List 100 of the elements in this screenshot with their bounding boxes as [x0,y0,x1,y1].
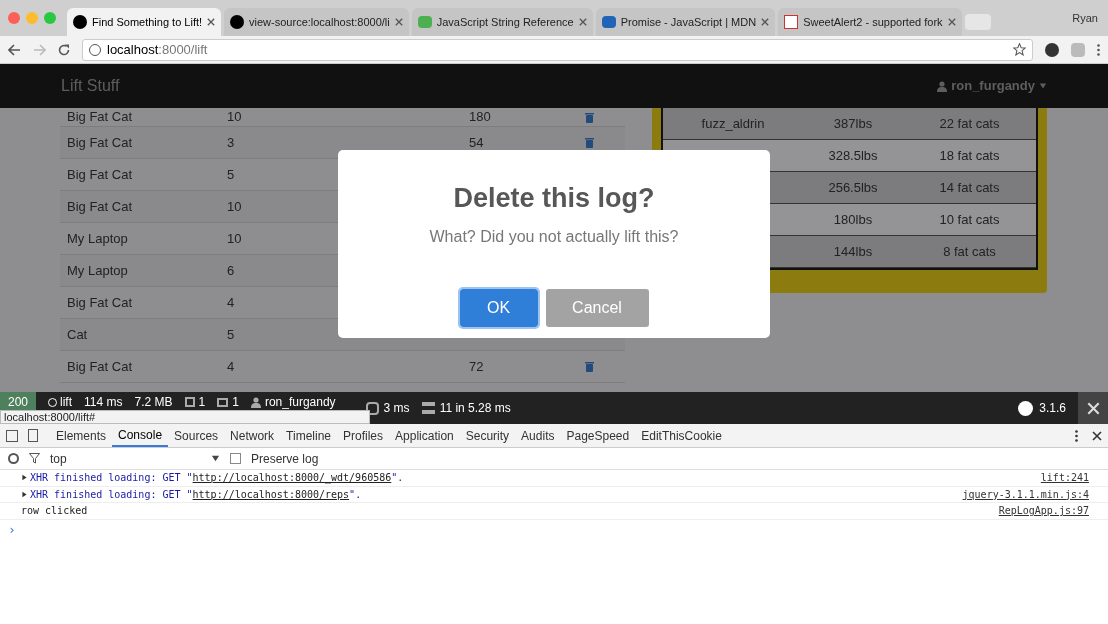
dropdown-arrow-icon[interactable] [211,454,220,463]
source-link[interactable]: jquery-3.1.1.min.js:4 [962,486,1089,502]
profile-name[interactable]: Ryan [1072,9,1098,27]
context-select[interactable]: top [50,449,220,468]
table-cell-text: 387lbs [833,114,873,133]
browser-tab[interactable]: Promise - JavaScript | MDN [595,8,776,36]
table-cell: 3 [227,134,235,150]
console-message: row clicked [21,504,88,519]
log-icon [217,397,229,407]
device-icon[interactable] [28,429,38,442]
trash-icon[interactable] [585,111,594,123]
back-icon[interactable] [8,43,21,56]
table-cell-text: 180lbs [833,210,873,229]
clear-console-icon[interactable] [8,453,19,464]
devtools-tab[interactable]: Timeline [280,424,337,447]
tab-title: view-source:localhost:8000/li [249,14,390,30]
dialog-message: What? Did you not actually lift this? [429,226,679,247]
console-prompt[interactable]: › [0,519,1108,539]
more-icon[interactable] [1075,429,1078,442]
tab-title: JavaScript String Reference [436,14,574,30]
source-link[interactable]: lift:241 [1040,470,1089,486]
table-cell: Cat [67,326,88,342]
devtools-tab[interactable]: Profiles [337,424,390,447]
user-info[interactable]: ron_furgandy [264,395,336,409]
caret-icon[interactable] [1039,82,1047,90]
console-message: XHR finished loading: GET "http://localhost:8000/reps". [30,487,362,502]
query-count[interactable]: 11 in 5.28 ms [439,401,511,415]
extension-icon[interactable] [1045,42,1059,57]
log-count[interactable]: 1 [232,395,239,409]
devtools-tab[interactable]: Elements [50,424,113,447]
table-cell: Big Fat Cat [67,166,133,182]
ok-button[interactable]: OK [459,288,538,327]
close-icon[interactable] [1092,430,1102,441]
browser-tab[interactable]: view-source:localhost:8000/li [224,8,409,36]
close-icon[interactable] [207,18,216,26]
devtools-tab[interactable]: PageSpeed [560,424,636,447]
symfony-logo-icon [230,15,245,29]
devtools-tab[interactable]: Sources [168,424,225,447]
sweetalert-logo-icon [784,15,799,29]
devtools-tab[interactable]: Console [112,424,169,447]
source-link[interactable]: RepLogApp.js:97 [998,503,1089,519]
table-cell: 4 [227,358,235,374]
table-cell-text: 328.5lbs [828,146,878,165]
bookmark-star-icon[interactable] [1013,43,1026,56]
table-cell: My Laptop [67,230,128,246]
browser-tab[interactable]: SweetAlert2 - supported fork [778,8,962,36]
table-cell-text: 256.5lbs [828,178,878,197]
reload-icon[interactable] [58,43,70,56]
tab-title: Promise - JavaScript | MDN [620,14,757,30]
table-cell-text: 10 fat cats [939,210,1000,229]
table-cell: 180 [469,109,491,125]
table-cell-text: 22 fat cats [939,114,1000,133]
address-field[interactable]: localhost:8000/lift [82,38,1033,61]
devtools-tab[interactable]: Audits [515,424,561,447]
tab-title: Find Something to Lift! [92,14,203,30]
symfony-logo-icon [1018,400,1034,416]
browser-tab[interactable]: JavaScript String Reference [411,8,593,36]
database-icon [421,402,435,414]
table-cell-text: 18 fat cats [939,146,1000,165]
trash-icon[interactable] [585,361,594,372]
devtools-tab[interactable]: Application [389,424,460,447]
table-cell-text: 14 fat cats [939,178,1000,197]
table-cell: Big Fat Cat [67,109,133,125]
table-cell-text: 144lbs [833,242,873,261]
mdn-logo-icon [601,16,616,28]
symfony-logo-icon [73,15,87,29]
status-url-tooltip: localhost:8000/lift# [0,410,370,424]
table-cell: Big Fat Cat [67,134,133,150]
render-time[interactable]: 3 ms [383,401,410,415]
form-icon [184,397,195,407]
close-toolbar-button[interactable] [1078,392,1108,424]
trash-icon[interactable] [585,137,594,148]
table-cell-text: 8 fat cats [943,242,996,261]
devtools-tab[interactable]: Network [224,424,281,447]
table-cell: 4 [227,294,235,310]
form-count[interactable]: 1 [198,395,206,409]
memory-usage[interactable]: 7.2 MB [134,392,173,409]
more-icon[interactable] [1097,43,1100,56]
table-cell: 10 [227,198,242,214]
devtools-tab[interactable]: EditThisCookie [635,424,728,447]
inspect-icon[interactable] [6,429,18,442]
devtools-tab[interactable]: Security [459,424,516,447]
table-cell-text: fuzz_aldrin [701,114,765,133]
dialog-title: Delete this log? [453,182,655,215]
table-cell: 10 [227,230,242,246]
console-message: XHR finished loading: GET "http://localhost:8000/_wdt/960586". [30,471,404,486]
browser-tab[interactable]: Find Something to Lift! [67,8,222,36]
w3-logo-icon [417,16,432,28]
preserve-log-checkbox[interactable] [230,453,241,464]
request-time[interactable]: 114 ms [84,392,123,409]
route-name[interactable]: lift [60,395,73,409]
table-cell: 5 [227,166,235,182]
table-cell: 5 [227,326,235,342]
checkbox-label: Preserve log [251,450,319,468]
filter-icon[interactable] [29,453,40,464]
table-cell: Big Fat Cat [67,358,133,374]
user-icon [937,80,948,92]
symfony-version[interactable]: 3.1.6 [1039,401,1066,415]
table-cell: 6 [227,262,235,278]
table-cell: My Laptop [67,262,128,278]
